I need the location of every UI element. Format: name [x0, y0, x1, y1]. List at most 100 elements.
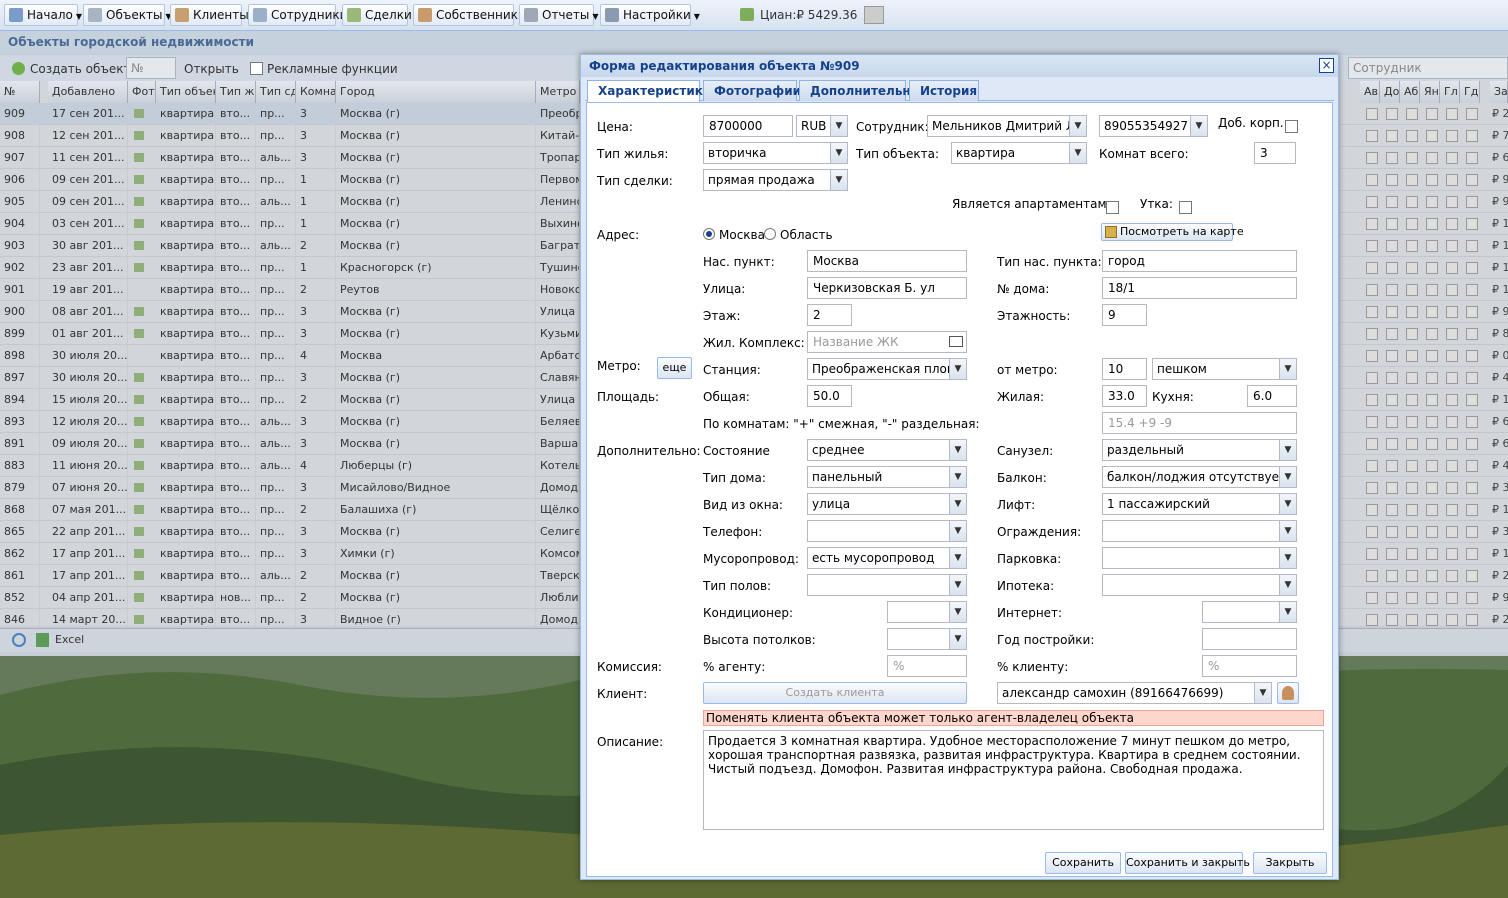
- row-checkbox[interactable]: [1426, 130, 1438, 142]
- row-checkbox[interactable]: [1386, 592, 1398, 604]
- row-checkbox[interactable]: [1366, 284, 1378, 296]
- table-row[interactable]: 868 07 мая 201... квартира вто... пр... 2 Бала…: [0, 499, 580, 521]
- table-row[interactable]: 902 23 авг 201... квартира вто... пр... 1 Крас…: [0, 257, 580, 279]
- row-checkbox[interactable]: [1446, 262, 1458, 274]
- row-checkbox[interactable]: [1406, 196, 1418, 208]
- row-checkbox[interactable]: [1466, 438, 1478, 450]
- menu-settings-button[interactable]: Настройки ▼: [600, 4, 700, 26]
- row-checkbox[interactable]: [1466, 548, 1478, 560]
- row-checkbox[interactable]: [1466, 570, 1478, 582]
- row-checkbox[interactable]: [1446, 350, 1458, 362]
- row-checkbox[interactable]: [1466, 130, 1478, 142]
- row-checkbox[interactable]: [1366, 350, 1378, 362]
- row-checkbox[interactable]: [1466, 504, 1478, 516]
- row-checkbox[interactable]: [1366, 108, 1378, 120]
- agent-pct-input[interactable]: %: [887, 655, 967, 677]
- column-header[interactable]: Гл: [1440, 81, 1460, 103]
- floors-input[interactable]: 9: [1102, 304, 1147, 326]
- rooms-total-input[interactable]: 3: [1254, 142, 1296, 164]
- living-area-input[interactable]: 33.0: [1102, 385, 1147, 407]
- row-checkbox[interactable]: [1386, 438, 1398, 450]
- row-checkbox[interactable]: [1426, 108, 1438, 120]
- row-checkbox[interactable]: [1446, 394, 1458, 406]
- row-checkbox[interactable]: [1426, 284, 1438, 296]
- row-checkbox[interactable]: [1366, 614, 1378, 626]
- create-client-button[interactable]: Создать клиента: [703, 682, 967, 704]
- settlement-type-input[interactable]: город: [1102, 250, 1297, 272]
- ceiling-select[interactable]: ▼: [887, 628, 967, 650]
- menu-deals-button[interactable]: Сделки: [342, 4, 412, 26]
- balcony-select[interactable]: балкон/лоджия отсутствует ▼: [1102, 466, 1297, 488]
- row-checkbox[interactable]: [1446, 482, 1458, 494]
- row-checkbox[interactable]: [1406, 152, 1418, 164]
- row-checkbox[interactable]: [1366, 394, 1378, 406]
- chevron-down-icon[interactable]: ▼: [1279, 467, 1296, 487]
- ads-checkbox[interactable]: [250, 62, 263, 75]
- row-checkbox[interactable]: [1406, 284, 1418, 296]
- row-checkbox[interactable]: [1406, 592, 1418, 604]
- parking-select[interactable]: ▼: [1102, 547, 1297, 569]
- row-checkbox[interactable]: [1446, 592, 1458, 604]
- window-view-select[interactable]: улица ▼: [807, 493, 967, 515]
- chevron-down-icon[interactable]: ▼: [830, 143, 847, 163]
- table-row[interactable]: 904 03 сен 201... квартира вто... пр... 1 Моск…: [0, 213, 580, 235]
- row-checkbox[interactable]: [1446, 570, 1458, 582]
- row-checkbox[interactable]: [1466, 174, 1478, 186]
- row-checkbox[interactable]: [1466, 152, 1478, 164]
- table-row[interactable]: 894 15 июля 20... квартира вто... пр... 2 Моск…: [0, 389, 580, 411]
- row-checkbox[interactable]: [1366, 592, 1378, 604]
- total-area-input[interactable]: 50.0: [807, 385, 852, 407]
- row-checkbox[interactable]: [1466, 328, 1478, 340]
- row-checkbox[interactable]: [1406, 614, 1418, 626]
- row-checkbox[interactable]: [1406, 350, 1418, 362]
- price-input[interactable]: 8700000: [703, 115, 793, 137]
- menu-reports-button[interactable]: Отчеты ▼: [519, 4, 599, 26]
- chevron-down-icon[interactable]: ▼: [830, 170, 847, 190]
- row-checkbox[interactable]: [1366, 240, 1378, 252]
- column-header[interactable]: Город: [336, 81, 536, 103]
- row-checkbox[interactable]: [1406, 526, 1418, 538]
- client-select[interactable]: александр самохин (89166476699) ▼: [997, 682, 1272, 704]
- row-checkbox[interactable]: [1426, 570, 1438, 582]
- row-checkbox[interactable]: [1466, 284, 1478, 296]
- row-checkbox[interactable]: [1386, 614, 1398, 626]
- chevron-down-icon[interactable]: ▼: [1279, 548, 1296, 568]
- description-textarea[interactable]: Продается 3 комнатная квартира. Удобное …: [703, 730, 1324, 830]
- row-checkbox[interactable]: [1386, 152, 1398, 164]
- row-checkbox[interactable]: [1466, 482, 1478, 494]
- bathroom-select[interactable]: раздельный ▼: [1102, 439, 1297, 461]
- chevron-down-icon[interactable]: ▼: [1279, 575, 1296, 595]
- street-input[interactable]: Черкизовская Б. ул: [807, 277, 967, 299]
- row-checkbox[interactable]: [1386, 548, 1398, 560]
- chevron-down-icon[interactable]: ▼: [949, 440, 966, 460]
- row-checkbox[interactable]: [1466, 372, 1478, 384]
- client-pct-input[interactable]: %: [1202, 655, 1297, 677]
- house-type-select[interactable]: панельный ▼: [807, 466, 967, 488]
- row-checkbox[interactable]: [1386, 372, 1398, 384]
- ads-functions-toggle[interactable]: Рекламные функции: [250, 59, 398, 79]
- aircon-select[interactable]: ▼: [887, 601, 967, 623]
- row-checkbox[interactable]: [1386, 306, 1398, 318]
- row-checkbox[interactable]: [1366, 306, 1378, 318]
- menu-employees-button[interactable]: Сотрудники: [248, 4, 347, 26]
- row-checkbox[interactable]: [1406, 108, 1418, 120]
- row-checkbox[interactable]: [1406, 240, 1418, 252]
- row-checkbox[interactable]: [1426, 306, 1438, 318]
- create-object-button[interactable]: Создать объект: [12, 59, 130, 79]
- table-row[interactable]: 908 12 сен 201... квартира вто... пр... 3 Моск…: [0, 125, 580, 147]
- row-checkbox[interactable]: [1386, 350, 1398, 362]
- phone-select[interactable]: ▼: [807, 520, 967, 542]
- floor-type-select[interactable]: ▼: [807, 574, 967, 596]
- chevron-down-icon[interactable]: ▼: [949, 629, 966, 649]
- menu-owners-button[interactable]: Собственники: [413, 4, 526, 26]
- row-checkbox[interactable]: [1466, 394, 1478, 406]
- internet-select[interactable]: ▼: [1202, 601, 1297, 623]
- row-checkbox[interactable]: [1406, 504, 1418, 516]
- row-checkbox[interactable]: [1426, 394, 1438, 406]
- row-checkbox[interactable]: [1466, 614, 1478, 626]
- close-icon[interactable]: ×: [1319, 58, 1334, 73]
- from-metro-mode-select[interactable]: пешком ▼: [1152, 358, 1297, 380]
- column-header[interactable]: Добавлено: [48, 81, 128, 103]
- row-checkbox[interactable]: [1426, 460, 1438, 472]
- row-checkbox[interactable]: [1406, 306, 1418, 318]
